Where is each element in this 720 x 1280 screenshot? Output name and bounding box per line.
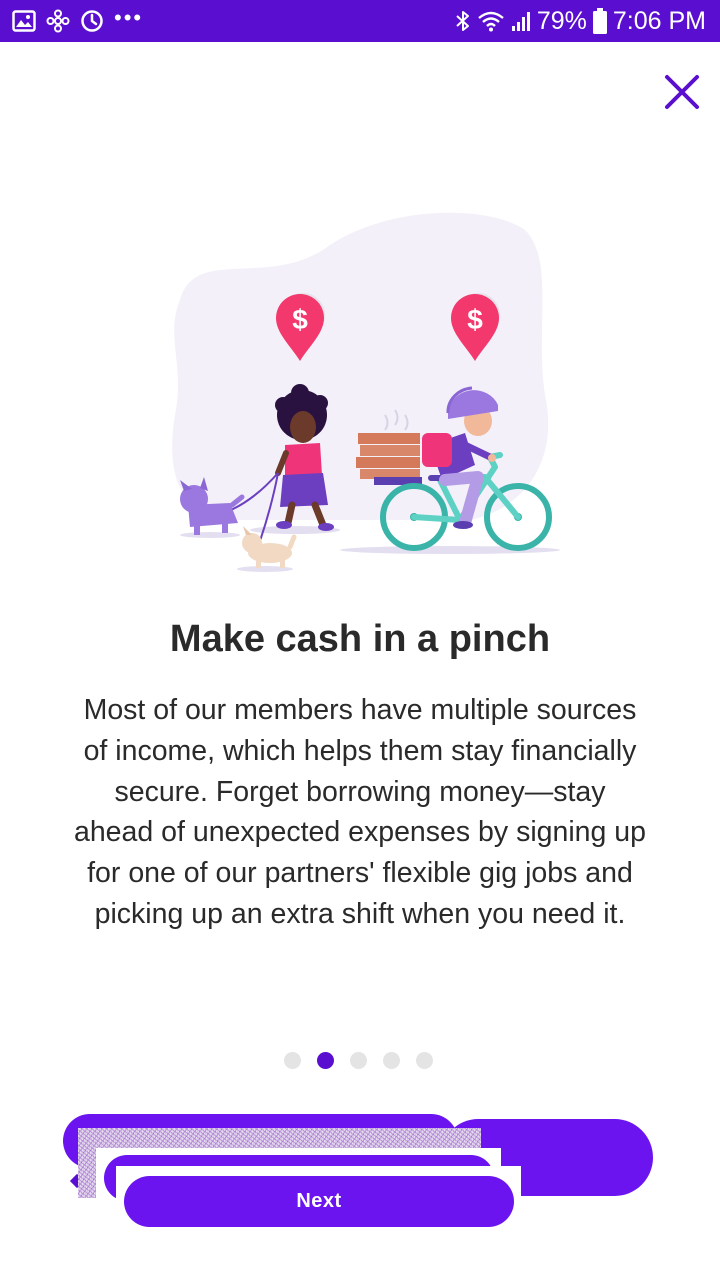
settings-flower-icon	[46, 9, 70, 33]
wifi-icon	[477, 9, 505, 33]
description-text: Most of our members have multiple source…	[46, 690, 674, 935]
description-line: ahead of unexpected expenses by signing …	[73, 816, 647, 849]
page-dot-3[interactable]	[350, 1051, 367, 1069]
description-line: secure. Forget borrowing money—stay	[114, 775, 606, 808]
close-button[interactable]	[660, 70, 704, 114]
bluetooth-icon	[455, 9, 471, 33]
battery-icon	[592, 8, 607, 34]
clock: 7:06 PM	[612, 6, 706, 35]
overflow-dots: •••	[114, 5, 144, 30]
description-line: of income, which helps them stay financi…	[83, 734, 637, 767]
page-indicator	[284, 1051, 433, 1069]
page-dot-4[interactable]	[383, 1051, 400, 1069]
pin-dollar-label: $	[467, 304, 483, 335]
page-title: Make cash in a pinch	[169, 618, 551, 660]
page-dot-5[interactable]	[416, 1051, 433, 1069]
status-left-icons: •••	[12, 5, 144, 33]
status-bar: ••• 79% 7:06 PM	[0, 0, 720, 42]
page-dot-1[interactable]	[284, 1051, 301, 1069]
pin-dollar-label: $	[292, 304, 308, 335]
description-line: for one of our partners' flexible gig jo…	[87, 857, 633, 890]
status-right-icons: 79% 7:06 PM	[455, 7, 706, 36]
description-line: picking up an extra shift when you need …	[94, 897, 626, 930]
page-dot-2[interactable]	[317, 1051, 334, 1069]
sync-icon	[80, 9, 104, 33]
gig-work-illustration: $ $	[172, 212, 560, 572]
next-button[interactable]: Next	[124, 1176, 514, 1227]
gallery-icon	[12, 10, 36, 32]
battery-percent: 79%	[536, 6, 587, 35]
close-icon	[665, 75, 699, 109]
signal-icon	[511, 9, 531, 33]
description-line: Most of our members have multiple source…	[83, 694, 637, 726]
